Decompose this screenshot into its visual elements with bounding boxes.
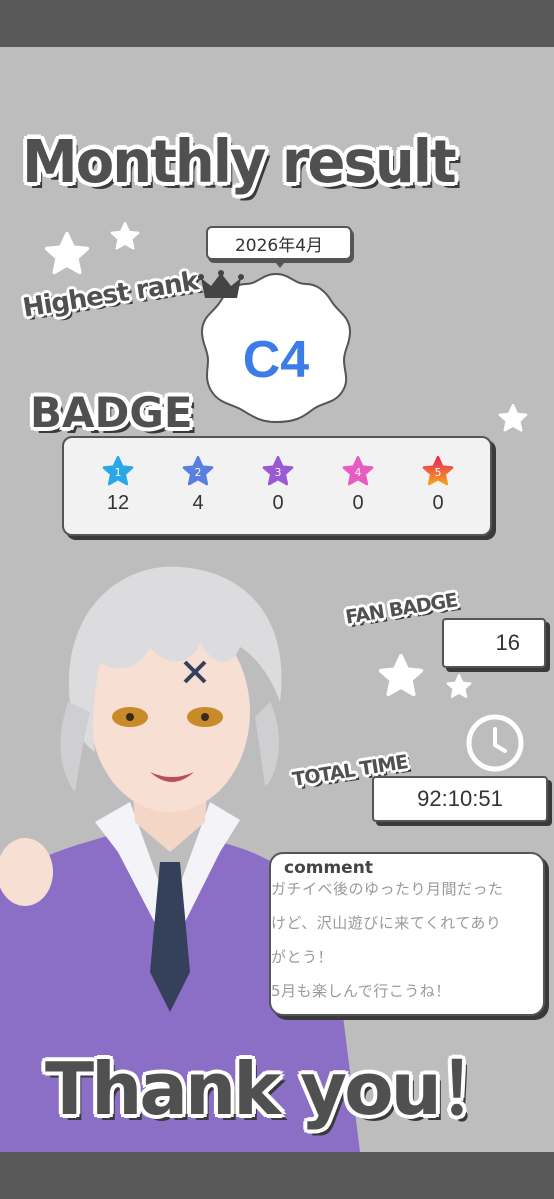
star-badge-icon: 4 <box>342 456 374 486</box>
star-icon <box>378 654 424 697</box>
month-label: 2026年4月 <box>206 226 352 268</box>
star-badge-icon: 5 <box>422 456 454 486</box>
total-time-value: 92:10:51 <box>372 776 548 822</box>
badge-panel: 1 12 2 4 3 0 4 0 5 0 <box>62 436 492 536</box>
badge-item: 3 0 <box>258 456 298 515</box>
star-badge-icon: 2 <box>182 456 214 486</box>
clock-icon <box>466 714 524 772</box>
badge-number: 4 <box>355 466 362 479</box>
badge-item: 4 0 <box>338 456 378 515</box>
badge-item: 1 12 <box>98 456 138 515</box>
star-icon <box>44 232 90 275</box>
comment-line: がとう！ <box>271 948 334 966</box>
star-icon <box>498 404 528 432</box>
badge-number: 3 <box>275 466 282 479</box>
badge-item: 5 0 <box>418 456 458 515</box>
badge-number: 1 <box>115 466 122 479</box>
badge-label: BADGE <box>30 388 193 437</box>
badge-count: 12 <box>106 492 130 514</box>
badge-count: 0 <box>272 492 284 514</box>
comment-line: 5月も楽しんで行こうね！ <box>271 982 451 1000</box>
rank-value: C4 <box>242 331 310 389</box>
star-icon <box>446 674 472 698</box>
comment-label: comment <box>284 858 373 878</box>
fan-badge-value: 16 <box>442 618 546 668</box>
star-badge-icon: 1 <box>102 456 134 486</box>
crown-icon <box>198 270 244 298</box>
badge-number: 5 <box>435 466 442 479</box>
badge-number: 2 <box>195 466 202 479</box>
thank-you-text: Thank you！ <box>45 1047 511 1131</box>
bottom-bar <box>0 1152 554 1199</box>
page-title: Monthly result <box>22 128 457 197</box>
star-icon <box>110 222 140 250</box>
badge-count: 0 <box>432 492 444 514</box>
badge-item: 2 4 <box>178 456 218 515</box>
comment-line: ガチイベ後のゆったり月間だった <box>271 880 504 898</box>
star-badge-icon: 3 <box>262 456 294 486</box>
comment-line: けど、沢山遊びに来てくれてあり <box>271 914 502 932</box>
badge-count: 0 <box>352 492 364 514</box>
rank-badge: C4 <box>198 270 354 426</box>
top-bar <box>0 0 554 47</box>
badge-count: 4 <box>192 492 204 514</box>
